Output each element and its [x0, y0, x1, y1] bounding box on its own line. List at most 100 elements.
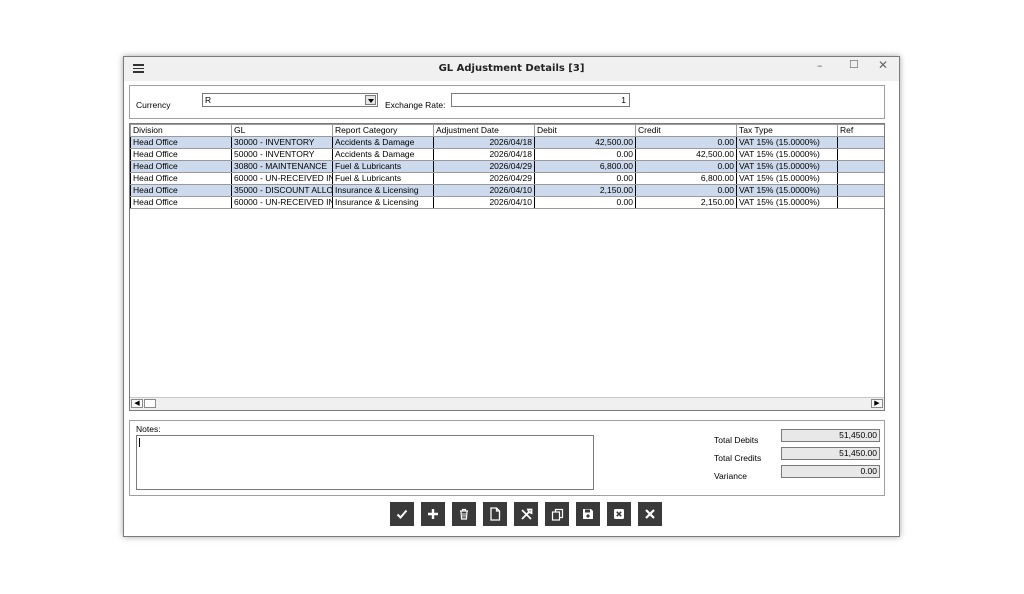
scrollbar-thumb[interactable] — [144, 399, 156, 408]
save-button[interactable] — [576, 502, 600, 526]
close-icon — [645, 509, 655, 519]
variance-value: 0.00 — [781, 465, 880, 478]
cell-adjustment-date[interactable]: 2026/04/18 — [433, 136, 535, 149]
cell-ref[interactable] — [837, 196, 884, 209]
total-debits-value: 51,450.00 — [781, 429, 880, 442]
cell-ref[interactable] — [837, 172, 884, 185]
cell-debit[interactable]: 0.00 — [534, 196, 636, 209]
cell-report-category[interactable]: Insurance & Licensing — [332, 184, 434, 197]
cell-tax-type[interactable]: VAT 15% (15.0000%) — [736, 184, 838, 197]
total-debits-label: Total Debits — [714, 435, 759, 445]
column-header-adjustment-date[interactable]: Adjustment Date — [433, 124, 535, 137]
table-row[interactable]: Head Office 30800 - MAINTENANCE Fuel & L… — [130, 160, 884, 173]
currency-select[interactable]: R — [202, 93, 378, 107]
copy-icon — [551, 508, 563, 521]
horizontal-scrollbar[interactable]: ◀ ▶ — [130, 397, 884, 410]
title-bar[interactable]: GL Adjustment Details [3] – ☐ ✕ — [124, 57, 899, 81]
copy-button[interactable] — [545, 502, 569, 526]
cell-ref[interactable] — [837, 148, 884, 161]
scroll-right-icon[interactable]: ▶ — [871, 399, 883, 408]
cell-ref[interactable] — [837, 184, 884, 197]
trash-icon — [460, 508, 468, 520]
cell-adjustment-date[interactable]: 2026/04/10 — [433, 184, 535, 197]
cell-credit[interactable]: 42,500.00 — [635, 148, 737, 161]
cell-gl[interactable]: 30800 - MAINTENANCE — [231, 160, 333, 173]
column-header-gl[interactable]: GL — [231, 124, 333, 137]
cell-division[interactable]: Head Office — [130, 160, 232, 173]
cell-gl[interactable]: 60000 - UN-RECEIVED INVENTORY — [231, 196, 333, 209]
cell-ref[interactable] — [837, 160, 884, 173]
cell-division[interactable]: Head Office — [130, 172, 232, 185]
column-header-credit[interactable]: Credit — [635, 124, 737, 137]
delete-line-button[interactable] — [452, 502, 476, 526]
cell-gl[interactable]: 35000 - DISCOUNT ALLOWED — [231, 184, 333, 197]
cell-debit[interactable]: 6,800.00 — [534, 160, 636, 173]
notes-textarea[interactable] — [136, 435, 594, 490]
exchange-rate-label: Exchange Rate: — [385, 100, 446, 110]
cell-division[interactable]: Head Office — [130, 136, 232, 149]
cell-report-category[interactable]: Fuel & Lubricants — [332, 160, 434, 173]
column-header-report-category[interactable]: Report Category — [332, 124, 434, 137]
minimize-button[interactable]: – — [817, 59, 823, 72]
cell-report-category[interactable]: Accidents & Damage — [332, 148, 434, 161]
cell-division[interactable]: Head Office — [130, 148, 232, 161]
cell-report-category[interactable]: Fuel & Lubricants — [332, 172, 434, 185]
scroll-left-icon[interactable]: ◀ — [131, 399, 143, 408]
currency-label: Currency — [136, 100, 171, 110]
maximize-button[interactable]: ☐ — [849, 58, 859, 71]
total-credits-value: 51,450.00 — [781, 447, 880, 460]
new-document-button[interactable] — [483, 502, 507, 526]
cell-adjustment-date[interactable]: 2026/04/29 — [433, 172, 535, 185]
table-row[interactable]: Head Office 60000 - UN-RECEIVED INVENTOR… — [130, 196, 884, 209]
currency-value: R — [205, 95, 212, 105]
cell-ref[interactable] — [837, 136, 884, 149]
cell-gl[interactable]: 30000 - INVENTORY — [231, 136, 333, 149]
cell-tax-type[interactable]: VAT 15% (15.0000%) — [736, 136, 838, 149]
close-button[interactable] — [638, 502, 662, 526]
table-row[interactable]: Head Office 60000 - UN-RECEIVED INVENTOR… — [130, 172, 884, 185]
table-row[interactable]: Head Office 30000 - INVENTORY Accidents … — [130, 136, 884, 149]
cell-adjustment-date[interactable]: 2026/04/18 — [433, 148, 535, 161]
confirm-button[interactable] — [390, 502, 414, 526]
cell-tax-type[interactable]: VAT 15% (15.0000%) — [736, 160, 838, 173]
window-close-button[interactable]: ✕ — [878, 58, 888, 72]
cell-debit[interactable]: 0.00 — [534, 148, 636, 161]
window-title: GL Adjustment Details [3] — [438, 63, 585, 74]
cell-tax-type[interactable]: VAT 15% (15.0000%) — [736, 196, 838, 209]
notes-label: Notes: — [136, 424, 161, 434]
cell-gl[interactable]: 60000 - UN-RECEIVED INVENTORY — [231, 172, 333, 185]
column-header-division[interactable]: Division — [130, 124, 232, 137]
cell-report-category[interactable]: Insurance & Licensing — [332, 196, 434, 209]
notes-totals-panel: Notes: Total Debits 51,450.00 Total Cred… — [129, 420, 885, 496]
table-row[interactable]: Head Office 35000 - DISCOUNT ALLOWED Ins… — [130, 184, 884, 197]
tools-button[interactable] — [514, 502, 538, 526]
cell-credit[interactable]: 0.00 — [635, 136, 737, 149]
cell-division[interactable]: Head Office — [130, 184, 232, 197]
add-line-button[interactable] — [421, 502, 445, 526]
exchange-rate-input[interactable]: 1 — [451, 93, 630, 107]
gl-adjustment-window: GL Adjustment Details [3] – ☐ ✕ Currency… — [123, 56, 900, 537]
cell-credit[interactable]: 2,150.00 — [635, 196, 737, 209]
document-icon — [490, 507, 501, 521]
cell-division[interactable]: Head Office — [130, 196, 232, 209]
column-header-ref[interactable]: Ref — [837, 124, 884, 137]
cell-credit[interactable]: 6,800.00 — [635, 172, 737, 185]
cell-adjustment-date[interactable]: 2026/04/29 — [433, 160, 535, 173]
cell-debit[interactable]: 2,150.00 — [534, 184, 636, 197]
cell-gl[interactable]: 50000 - INVENTORY — [231, 148, 333, 161]
cell-report-category[interactable]: Accidents & Damage — [332, 136, 434, 149]
cell-credit[interactable]: 0.00 — [635, 184, 737, 197]
cell-adjustment-date[interactable]: 2026/04/10 — [433, 196, 535, 209]
adjustment-grid[interactable]: Division GL Report Category Adjustment D… — [129, 123, 885, 411]
cell-debit[interactable]: 0.00 — [534, 172, 636, 185]
tools-icon — [520, 508, 532, 520]
column-header-tax-type[interactable]: Tax Type — [736, 124, 838, 137]
cell-tax-type[interactable]: VAT 15% (15.0000%) — [736, 148, 838, 161]
chevron-down-icon[interactable] — [365, 95, 376, 105]
cell-tax-type[interactable]: VAT 15% (15.0000%) — [736, 172, 838, 185]
cell-credit[interactable]: 0.00 — [635, 160, 737, 173]
cell-debit[interactable]: 42,500.00 — [534, 136, 636, 149]
column-header-debit[interactable]: Debit — [534, 124, 636, 137]
cancel-button[interactable] — [607, 502, 631, 526]
table-row[interactable]: Head Office 50000 - INVENTORY Accidents … — [130, 148, 884, 161]
